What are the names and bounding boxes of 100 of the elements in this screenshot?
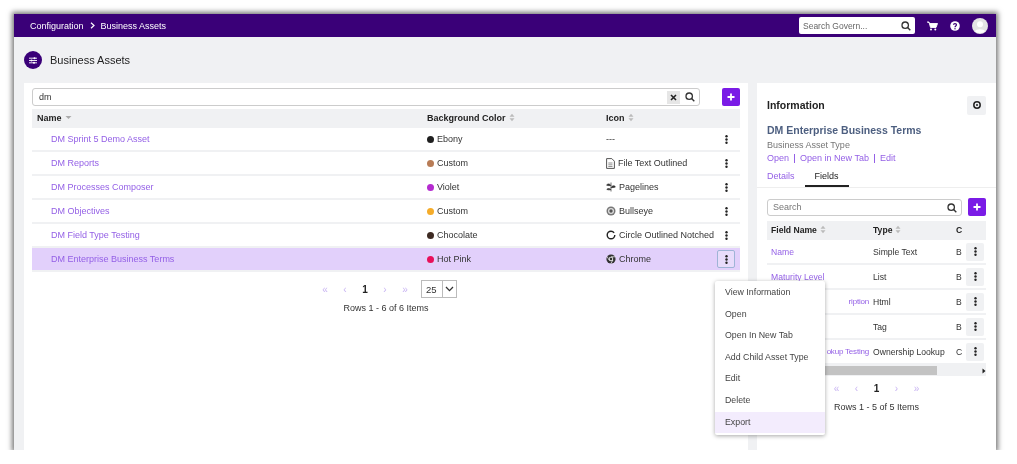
kebab-icon [973,247,977,256]
table-cell: Circle Outlined Notched [619,228,715,242]
notched-circle-icon [606,230,616,240]
link[interactable]: Open [767,154,795,163]
kebab-icon [973,322,977,331]
menu-item[interactable]: Add Child Asset Type [715,346,825,369]
table-cell: Chocolate [437,230,478,240]
search-icon[interactable] [685,92,695,102]
kebab-icon [724,182,728,192]
table-cell: Custom [437,206,468,216]
table-cell: Hot Pink [437,254,471,264]
panel-button[interactable] [967,95,986,115]
more-button[interactable] [966,292,984,311]
add-button[interactable] [722,88,740,106]
more-button[interactable] [717,250,735,268]
ring-icon [972,101,981,109]
table-cell: Html [873,296,891,307]
kebab-icon [724,134,728,144]
scroll-arrow-icon[interactable] [982,367,986,374]
search-field[interactable]: Search Govern... [799,17,915,34]
help-icon[interactable] [950,20,960,31]
kebab-icon [973,347,977,356]
asset-link[interactable]: DM Field Type Testing [32,230,140,240]
column-header[interactable]: Background Color [427,112,506,123]
kebab-icon [973,272,977,281]
close-icon [670,93,677,101]
column-header[interactable]: Name [37,112,62,123]
file-text-icon [606,157,615,169]
table-cell: Custom [437,158,468,168]
kebab-icon [724,206,728,216]
field-link[interactable]: Name [771,246,794,257]
asset-link[interactable]: DM Sprint 5 Demo Asset [32,134,150,144]
menu-item[interactable]: Edit [715,368,825,390]
asset-title: DM Enterprise Business Terms [767,124,923,136]
tab[interactable]: Fields [804,169,849,187]
panel-title: Information [767,99,825,111]
table-cell: File Text Outlined [618,156,688,170]
avatar-icon[interactable] [972,17,988,34]
more-button[interactable] [966,342,984,361]
menu-item[interactable]: View Information [715,282,825,304]
field-link[interactable]: Maturity Level [771,271,825,282]
table-cell: Tag [873,321,887,332]
more-button[interactable] [966,267,984,286]
table-cell: Bullseye [619,204,654,218]
column-header[interactable]: Field Name [771,224,817,235]
more-button[interactable] [966,317,984,336]
sliders-icon [29,56,37,64]
table-cell: Simple Text [873,246,918,257]
column-header[interactable]: C [956,224,962,235]
table-cell: Ownership Lookup [873,346,945,357]
pagination-summary: Rows 1 - 5 of 5 Items [833,402,920,412]
search-field[interactable]: dm [32,88,700,106]
page-button[interactable]: 1 [355,283,375,295]
asset-link[interactable]: DM Reports [32,158,99,168]
link[interactable]: Open in New Tab [794,154,874,163]
chevron-right-icon [89,22,95,29]
asset-link[interactable]: DM Processes Composer [32,182,154,192]
more-button[interactable] [966,242,984,261]
menu-item[interactable]: Delete [715,389,825,412]
cart-icon[interactable] [927,20,938,31]
link[interactable]: Edit [873,154,901,163]
sort-icon [508,113,515,122]
asset-link[interactable]: DM Enterprise Business Terms [32,254,175,264]
field-link[interactable]: ription [848,297,869,306]
column-header[interactable]: Type [873,224,893,235]
table-cell: Pagelines [619,180,659,194]
bullseye-icon [606,206,616,216]
menu-item[interactable]: Export [715,411,825,434]
table-cell: B [956,296,962,307]
tab[interactable]: Details [767,169,805,187]
sort-down-icon [64,115,72,120]
page-button[interactable]: 1 [866,383,887,394]
menu-item[interactable]: Open In New Tab [715,325,825,347]
pagination-summary: Rows 1 - 6 of 6 Items [342,303,430,313]
search-icon[interactable] [901,21,911,31]
chevron-down-icon [445,286,454,292]
table-cell: B [956,321,962,332]
breadcrumb-link[interactable]: Configuration [30,20,84,31]
selected-row[interactable]: DM Enterprise Business Terms Hot Pink Chrome [32,248,740,272]
sort-icon [627,113,634,122]
asset-link[interactable]: DM Objectives [32,206,110,216]
field-link[interactable]: okup Testing [826,347,869,356]
table-cell: C [956,346,962,357]
menu-item[interactable]: Open [715,303,825,326]
kebab-icon [724,158,728,168]
page-size-select[interactable]: 25 [421,280,457,298]
sort-icon [895,225,902,234]
column-header[interactable]: Icon [606,112,625,123]
search-field[interactable]: Search [767,198,962,216]
asset-type: Business Asset Type [767,140,851,150]
breadcrumb-link[interactable]: Business Assets [100,20,167,31]
kebab-icon [724,254,728,264]
table-cell: B [956,271,962,282]
filter-button[interactable] [24,51,42,69]
table-cell: Chrome [619,252,651,266]
search-icon[interactable] [947,202,957,213]
add-button[interactable] [968,198,986,216]
plus-icon [727,93,735,101]
circle-logo-icon [606,254,616,264]
leaf-icon [606,182,616,192]
